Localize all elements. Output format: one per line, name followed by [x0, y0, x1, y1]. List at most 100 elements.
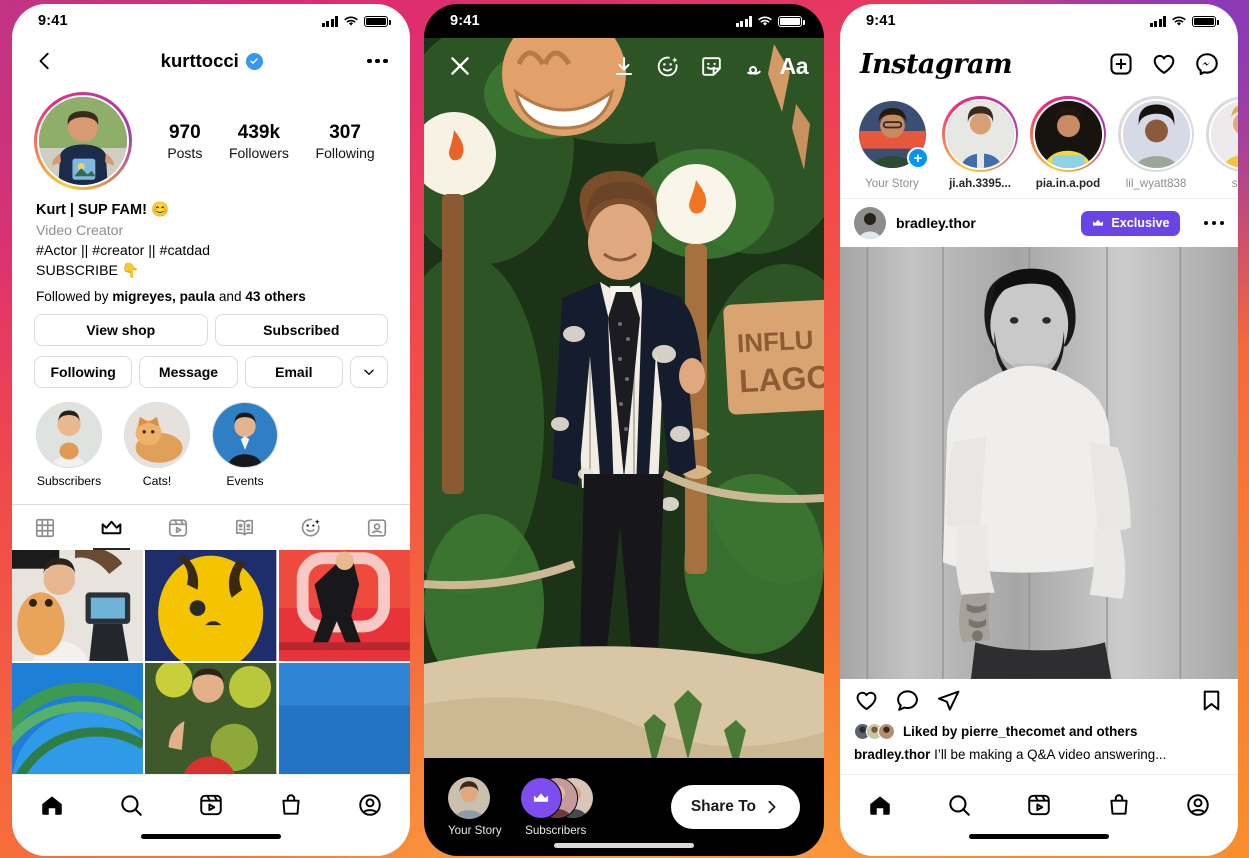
- highlight-subscribers[interactable]: Subscribers: [36, 402, 102, 488]
- phone-story-creation-screen: INFLU LAGO 9:41 Aa Your Story Subscriber…: [424, 4, 824, 856]
- home-indicator: [554, 843, 694, 848]
- cellular-signal-icon: [1149, 15, 1166, 27]
- email-button[interactable]: Email: [244, 356, 343, 389]
- story-item[interactable]: saps: [1206, 96, 1238, 190]
- status-time: 9:41: [866, 13, 896, 29]
- caption-text: I’ll be making a Q&A video answering...: [934, 746, 1167, 762]
- like-button[interactable]: [854, 688, 879, 713]
- sidebar-item-subscriber-tab[interactable]: [78, 505, 144, 551]
- share-button[interactable]: [936, 688, 961, 713]
- story-share-bar: Your Story Subscribers Share To: [424, 758, 824, 856]
- draw-icon[interactable]: [736, 46, 776, 86]
- post-likes[interactable]: Liked by pierre_thecomet and others: [840, 722, 1238, 740]
- message-button[interactable]: Message: [139, 356, 238, 389]
- posts-label: Posts: [167, 144, 203, 161]
- profile-header: 970 Posts 439k Followers 307 Following: [12, 84, 410, 190]
- grid-post[interactable]: [278, 663, 410, 774]
- reels-icon[interactable]: [171, 792, 251, 818]
- search-icon[interactable]: [92, 792, 172, 818]
- wifi-icon: [343, 15, 359, 27]
- grid-post[interactable]: [12, 550, 144, 662]
- story-media: INFLU LAGO: [424, 4, 824, 856]
- sidebar-item-tagged-tab[interactable]: [344, 505, 410, 550]
- followers-count: 439k: [237, 122, 281, 144]
- crown-icon: [1091, 216, 1105, 230]
- more-options-icon[interactable]: [1203, 220, 1224, 226]
- shop-icon[interactable]: [251, 792, 331, 818]
- wifi-icon: [757, 15, 773, 27]
- home-icon[interactable]: [840, 792, 920, 818]
- stat-followers[interactable]: 439k Followers: [229, 121, 289, 161]
- sticker-icon[interactable]: [692, 46, 732, 86]
- more-options-icon[interactable]: [367, 58, 388, 64]
- grid-post[interactable]: [145, 663, 277, 774]
- sidebar-item-guides-tab[interactable]: [211, 505, 277, 550]
- smiley-effects-icon[interactable]: [648, 46, 688, 86]
- share-to-label: Share To: [690, 798, 756, 815]
- followed-by-names: migreyes, paula: [112, 289, 216, 305]
- post-username[interactable]: bradley.thor: [896, 215, 976, 231]
- verified-badge-icon: [245, 52, 263, 70]
- reels-icon[interactable]: [999, 792, 1079, 818]
- subscribers-audience[interactable]: Subscribers: [519, 777, 594, 837]
- story-label: ji.ah.3395...: [949, 177, 1011, 190]
- add-story-plus-icon[interactable]: +: [907, 147, 929, 169]
- post-caption[interactable]: bradley.thor I’ll be making a Q&A video …: [840, 740, 1238, 764]
- sidebar-item-grid-tab[interactable]: [12, 505, 78, 550]
- plus-square-icon[interactable]: [1108, 51, 1134, 77]
- followed-by-text[interactable]: Followed by migreyes, paula and 43 other…: [12, 281, 410, 304]
- stories-tray[interactable]: + Your Story ji.ah.3395... pia.in.a.pod …: [840, 90, 1238, 199]
- grid-post[interactable]: [278, 550, 410, 662]
- save-button[interactable]: [1199, 688, 1224, 713]
- view-shop-button[interactable]: View shop: [34, 314, 208, 347]
- story-item[interactable]: ji.ah.3395...: [942, 96, 1018, 190]
- profile-nav-bar: kurttocci: [12, 38, 410, 84]
- your-story-audience[interactable]: Your Story: [448, 777, 502, 837]
- story-item[interactable]: pia.in.a.pod: [1030, 96, 1106, 190]
- battery-icon: [364, 15, 391, 27]
- heart-icon[interactable]: [1151, 51, 1177, 77]
- close-icon[interactable]: [440, 46, 480, 86]
- sidebar-item-effects-tab[interactable]: [277, 505, 343, 550]
- status-bar: 9:41: [424, 4, 824, 38]
- following-label: Following: [315, 144, 375, 161]
- grid-post[interactable]: [145, 550, 277, 662]
- grid-post[interactable]: [12, 663, 144, 774]
- home-indicator: [12, 834, 410, 856]
- share-to-button[interactable]: Share To: [670, 785, 800, 829]
- status-badge[interactable]: Exclusive: [1081, 210, 1180, 236]
- avatar[interactable]: [854, 207, 886, 239]
- home-indicator: [840, 834, 1238, 856]
- chevron-right-icon: [764, 799, 780, 815]
- story-item[interactable]: lil_wyatt838: [1118, 96, 1194, 190]
- followed-by-others: 43 others: [245, 289, 306, 305]
- sidebar-item-reels-tab[interactable]: [145, 505, 211, 550]
- profile-avatar[interactable]: [34, 92, 132, 190]
- story-your-story[interactable]: + Your Story: [854, 96, 930, 190]
- story-highlights: Subscribers Cats! Events: [12, 388, 410, 488]
- followed-by-prefix: Followed by: [36, 289, 113, 305]
- shop-icon[interactable]: [1079, 792, 1159, 818]
- subscribed-button[interactable]: Subscribed: [214, 314, 388, 347]
- comment-button[interactable]: [895, 688, 920, 713]
- crown-icon: [519, 777, 562, 819]
- highlight-events[interactable]: Events: [212, 402, 278, 488]
- post-image[interactable]: [840, 247, 1238, 679]
- chevron-left-icon[interactable]: [34, 50, 56, 72]
- stat-following[interactable]: 307 Following: [316, 121, 375, 161]
- following-button[interactable]: Following: [34, 356, 133, 389]
- following-count: 307: [329, 122, 361, 144]
- text-aa-icon[interactable]: Aa: [780, 53, 809, 80]
- wifi-icon: [1171, 15, 1187, 27]
- profile-icon[interactable]: [1158, 792, 1238, 818]
- home-icon[interactable]: [12, 792, 92, 818]
- story-label: pia.in.a.pod: [1035, 177, 1101, 190]
- badge-label: Exclusive: [1111, 216, 1170, 230]
- search-icon[interactable]: [920, 792, 1000, 818]
- messenger-icon[interactable]: [1194, 51, 1220, 77]
- highlight-cats[interactable]: Cats!: [124, 402, 190, 488]
- stat-posts[interactable]: 970 Posts: [167, 121, 202, 161]
- profile-icon[interactable]: [330, 792, 410, 818]
- chevron-down-icon[interactable]: [349, 356, 388, 389]
- download-icon[interactable]: [604, 46, 644, 86]
